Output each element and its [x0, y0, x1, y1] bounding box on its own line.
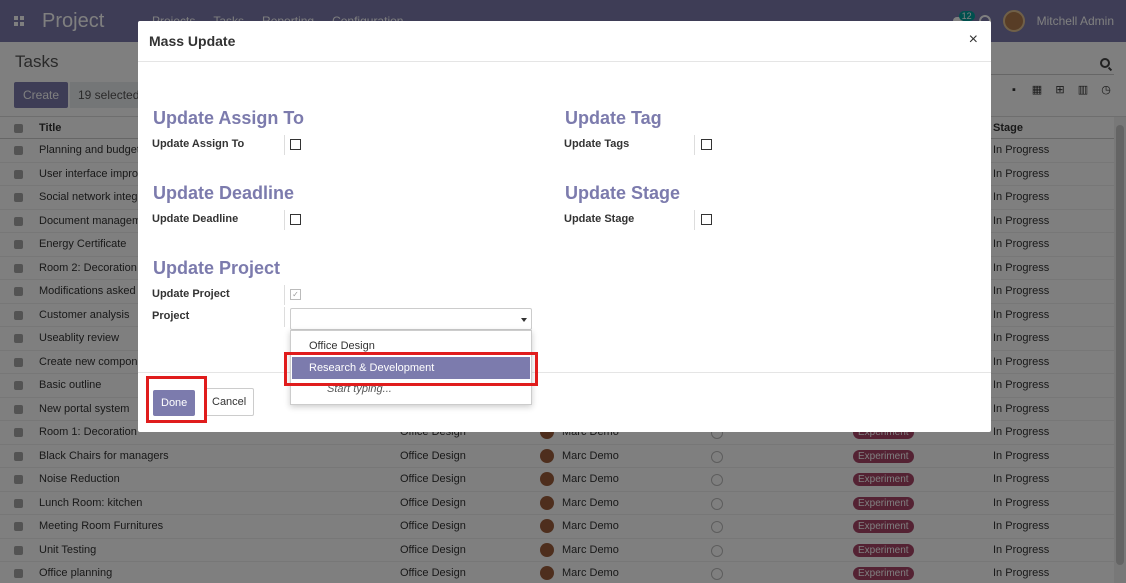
project-select[interactable]	[290, 308, 532, 330]
field-divider	[284, 210, 285, 230]
update-tags-checkbox[interactable]	[701, 139, 712, 150]
field-divider	[284, 135, 285, 155]
highlight-box-done	[146, 376, 207, 423]
field-divider	[694, 135, 695, 155]
section-update-stage: Update Stage	[565, 183, 681, 203]
section-update-project: Update Project	[153, 258, 281, 278]
modal-footer: Done Cancel	[138, 372, 991, 432]
cancel-button[interactable]: Cancel	[204, 388, 255, 416]
update-stage-checkbox[interactable]	[701, 214, 712, 225]
label-update-project: Update Project	[152, 288, 230, 300]
field-divider	[694, 210, 695, 230]
label-update-tags: Update Tags	[564, 138, 630, 150]
modal-title: Mass Update	[149, 33, 236, 49]
update-assign-to-checkbox[interactable]	[290, 139, 301, 150]
highlight-box-option	[284, 352, 538, 386]
section-update-assign-to: Update Assign To	[153, 108, 305, 128]
section-update-tag: Update Tag	[565, 108, 662, 128]
label-update-deadline: Update Deadline	[152, 213, 239, 225]
modal-header: Mass Update ×	[138, 21, 991, 62]
field-divider	[284, 285, 285, 305]
dropdown-option-office-design[interactable]: Office Design	[292, 340, 530, 352]
section-update-deadline: Update Deadline	[153, 183, 295, 203]
label-update-assign-to: Update Assign To	[152, 138, 245, 150]
label-update-stage: Update Stage	[564, 213, 635, 225]
update-deadline-checkbox[interactable]	[290, 214, 301, 225]
field-divider	[284, 307, 285, 327]
label-project: Project	[152, 310, 190, 322]
close-icon[interactable]: ×	[969, 31, 978, 49]
mass-update-dialog: Mass Update × Update Assign To Update As…	[138, 21, 991, 432]
chevron-down-icon[interactable]	[521, 318, 527, 322]
update-project-checkbox[interactable]: ✓	[290, 289, 301, 300]
